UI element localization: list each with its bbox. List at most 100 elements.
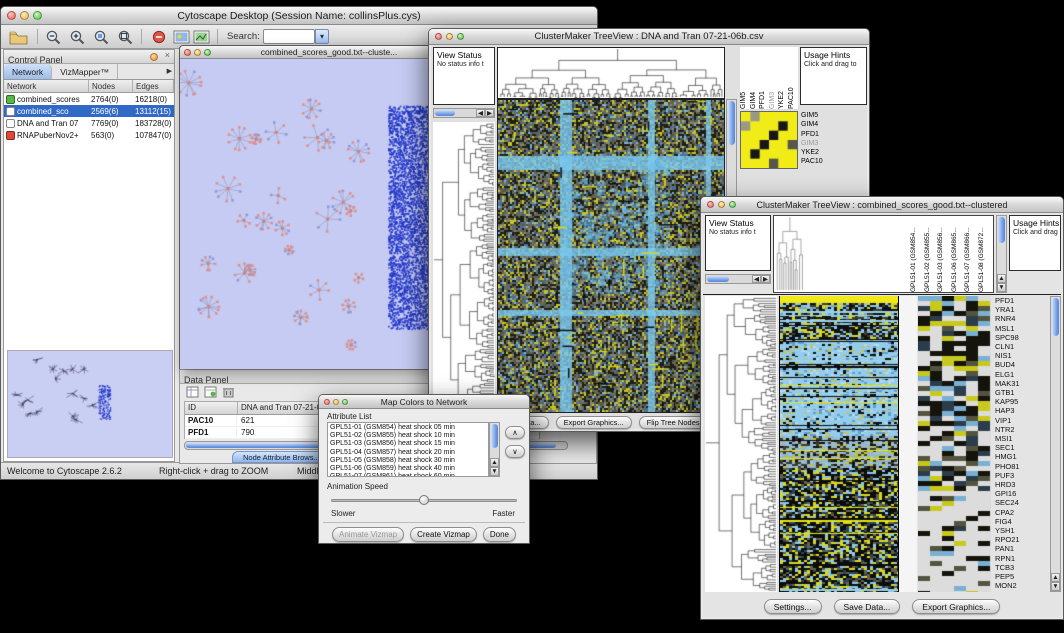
heatmap-canvas[interactable] [497, 99, 725, 413]
attribute-item[interactable]: GPL51-03 (GSM856) heat shock 15 min [330, 440, 488, 448]
attribute-delete-icon[interactable] [222, 386, 235, 398]
scrollbar-thumb[interactable] [491, 424, 498, 448]
search-input[interactable] [263, 29, 315, 44]
minimize-button[interactable] [333, 399, 339, 405]
move-down-button[interactable]: ∨ [505, 445, 525, 458]
similarity-matrix-canvas[interactable] [740, 111, 798, 169]
close-button[interactable] [435, 33, 442, 40]
scrollbar-thumb[interactable] [728, 101, 735, 145]
zoom-button[interactable] [729, 201, 736, 208]
gene-label[interactable]: RNR4 [995, 314, 1049, 323]
scrollbar-thumb[interactable] [707, 276, 729, 282]
treeview-button[interactable]: Export Graphics... [912, 599, 1000, 614]
attribute-item[interactable]: GPL51-01 (GSM854) heat shock 05 min [330, 424, 488, 432]
gene-label[interactable]: PFD1 [995, 296, 1049, 305]
selected-heatmap-canvas[interactable] [918, 296, 991, 592]
scroll-right-icon[interactable]: ▶ [485, 109, 494, 117]
gene-label[interactable]: SPC98 [995, 333, 1049, 342]
gene-label[interactable]: PEP5 [995, 572, 1049, 581]
scroll-up-icon[interactable]: ▲ [997, 274, 1006, 283]
title-bar[interactable]: ClusterMaker TreeView : DNA and Tran 07-… [429, 29, 869, 45]
vertical-scrollbar[interactable]: ▲ ▼ [996, 215, 1007, 293]
column-header-network[interactable]: Network [4, 80, 89, 93]
zoom-in-icon[interactable] [69, 29, 86, 46]
gene-label[interactable]: CPA2 [995, 508, 1049, 517]
column-header-edges[interactable]: Edges [133, 80, 174, 93]
gene-label[interactable]: HAP3 [995, 406, 1049, 415]
gene-label[interactable]: MAK31 [995, 379, 1049, 388]
gene-label[interactable]: KAP95 [995, 397, 1049, 406]
gene-label[interactable]: PHO81 [995, 462, 1049, 471]
close-button[interactable] [707, 201, 714, 208]
gene-label[interactable]: NTR2 [995, 425, 1049, 434]
gene-label[interactable]: ELG1 [995, 370, 1049, 379]
node-attribute-browser-tab[interactable]: Node Attribute Brows... [232, 451, 331, 463]
network-row[interactable]: combined_scores 2764(0) 16218(0) [4, 93, 174, 105]
graphics-export-icon[interactable] [193, 29, 210, 45]
column-header-nodes[interactable]: Nodes [89, 80, 133, 93]
column-dendrogram-canvas[interactable] [497, 47, 725, 99]
title-bar[interactable]: ClusterMaker TreeView : combined_scores_… [701, 197, 1063, 213]
scrollbar-thumb[interactable] [1052, 298, 1059, 336]
zoom-button[interactable] [457, 33, 464, 40]
attribute-item[interactable]: GPL51-02 (GSM855) heat shock 10 min [330, 432, 488, 440]
zoom-button[interactable] [204, 49, 211, 56]
scrollbar-thumb[interactable] [435, 110, 455, 116]
gene-list-scrollbar[interactable]: ▲ ▼ [1050, 296, 1061, 592]
scroll-left-icon[interactable]: ◀ [752, 275, 761, 283]
column-header-id[interactable]: ID [185, 402, 238, 415]
scroll-down-icon[interactable]: ▼ [490, 467, 499, 476]
destroy-network-icon[interactable] [151, 29, 167, 45]
network-overview-thumbnail[interactable] [7, 350, 173, 458]
horizontal-scrollbar[interactable]: ◀ ▶ [433, 108, 495, 118]
title-bar[interactable]: combined_scores_good.txt--cluste... [180, 46, 446, 59]
attribute-item[interactable]: GPL51-06 (GSM859) heat shock 40 min [330, 465, 488, 473]
scroll-left-icon[interactable]: ◀ [476, 109, 485, 117]
scroll-right-icon[interactable]: ▶ [761, 275, 770, 283]
horizontal-scrollbar[interactable]: ◀ ▶ [705, 274, 771, 284]
row-dendrogram-canvas[interactable] [705, 296, 777, 592]
gene-label[interactable]: NIS1 [995, 351, 1049, 360]
search-dropdown-button[interactable]: ▾ [315, 29, 329, 44]
attribute-item[interactable]: GPL51-05 (GSM858) heat shock 30 min [330, 457, 488, 465]
gene-label[interactable]: VIP1 [995, 416, 1049, 425]
scroll-up-icon[interactable]: ▲ [1051, 573, 1060, 582]
minimize-button[interactable] [194, 49, 201, 56]
gene-label[interactable]: RPN1 [995, 554, 1049, 563]
gene-label[interactable]: RPO21 [995, 535, 1049, 544]
gene-label[interactable]: YRA1 [995, 305, 1049, 314]
attribute-list-scrollbar[interactable]: ▲ ▼ [489, 422, 500, 477]
minimize-button[interactable] [718, 201, 725, 208]
expression-heatmap-canvas[interactable] [779, 296, 898, 592]
network-row[interactable]: RNAPuberNov2+ 563(0) 107847(0) [4, 129, 174, 141]
zoom-fit-icon[interactable] [117, 29, 134, 46]
title-bar[interactable]: Map Colors to Network [319, 395, 529, 409]
gene-label[interactable]: MSL1 [995, 324, 1049, 333]
gene-label[interactable]: SEC24 [995, 498, 1049, 507]
gene-label[interactable]: HRD3 [995, 480, 1049, 489]
zoom-out-icon[interactable] [45, 29, 62, 46]
float-panel-icon[interactable] [150, 53, 158, 61]
network-row[interactable]: combined_sco 2569(6) 13112(15) [4, 105, 174, 117]
attribute-select-icon[interactable] [186, 386, 199, 398]
scrollbar-thumb[interactable] [998, 217, 1005, 243]
scroll-down-icon[interactable]: ▼ [997, 283, 1006, 292]
zoom-button[interactable] [342, 399, 348, 405]
gene-label[interactable]: MSI1 [995, 434, 1049, 443]
dialog-button[interactable]: Animate Vizmap [332, 527, 404, 542]
close-button[interactable] [324, 399, 330, 405]
tab-overflow-button[interactable]: ▶ [167, 67, 172, 75]
minimize-button[interactable] [20, 11, 29, 20]
attribute-list[interactable]: GPL51-01 (GSM854) heat shock 05 minGPL51… [327, 422, 489, 477]
move-up-button[interactable]: ∧ [505, 426, 525, 439]
attribute-item[interactable]: GPL51-07 (GSM861) heat shock 60 min [330, 473, 488, 477]
minimize-button[interactable] [446, 33, 453, 40]
gene-label[interactable]: PAN1 [995, 544, 1049, 553]
close-panel-icon[interactable]: × [165, 50, 170, 60]
title-bar[interactable]: Cytoscape Desktop (Session Name: collins… [1, 7, 597, 25]
zoom-button[interactable] [33, 11, 42, 20]
treeview-button[interactable]: Settings... [764, 599, 822, 614]
column-dendrogram-canvas[interactable] [773, 215, 911, 293]
row-dendrogram-canvas[interactable] [433, 122, 495, 412]
treeview-button[interactable]: Flip Tree Nodes [639, 416, 708, 429]
